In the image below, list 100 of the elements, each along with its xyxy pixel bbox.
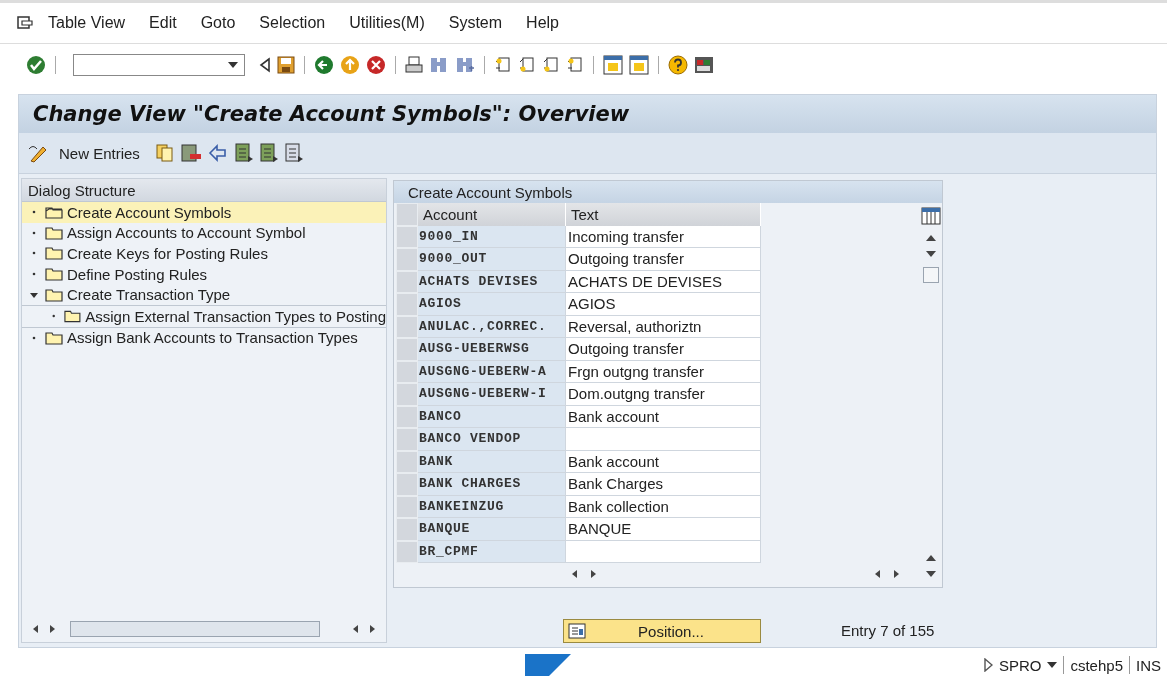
- back-icon[interactable]: [314, 55, 334, 75]
- table-title: Create Account Symbols: [394, 181, 942, 203]
- scroll-thumb[interactable]: [923, 267, 939, 283]
- scrollbar[interactable]: [70, 621, 320, 637]
- expand-status-icon[interactable]: [982, 658, 993, 672]
- folder-icon: [45, 246, 63, 261]
- tree-item[interactable]: Assign Bank Accounts to Transaction Types: [22, 327, 386, 349]
- page-icon[interactable]: [494, 56, 512, 74]
- folder-icon: [45, 330, 63, 345]
- document-icon[interactable]: [233, 143, 254, 163]
- table-cell: Reversal, authoriztn: [566, 315, 761, 338]
- entry-count: Entry 7 of 155: [841, 622, 935, 639]
- page-icon[interactable]: [542, 56, 560, 74]
- table-cell: Bank Charges: [566, 473, 761, 496]
- tree-item[interactable]: Define Posting Rules: [22, 263, 386, 285]
- menu-item[interactable]: Help: [526, 14, 559, 32]
- tree-item[interactable]: Assign External Transaction Types to Posting: [22, 304, 386, 328]
- new-entries-button[interactable]: New Entries: [27, 143, 150, 163]
- scroll-left-icon[interactable]: [571, 569, 579, 579]
- table-cell: Bank account: [566, 405, 761, 428]
- document-icon[interactable]: [283, 143, 304, 163]
- copy-icon[interactable]: [154, 143, 175, 163]
- table-cell: AUSGNG-UEBERW-I: [418, 383, 566, 406]
- table-cell: Bank account: [566, 450, 761, 473]
- undo-icon[interactable]: [206, 143, 229, 163]
- menu-item[interactable]: Selection: [259, 14, 326, 32]
- menu-item[interactable]: Goto: [200, 14, 236, 32]
- table-cell: Incoming transfer: [566, 225, 761, 248]
- table-cell: ANULAC.,CORREC.: [418, 315, 566, 338]
- folder-icon: [45, 205, 63, 220]
- page-icon[interactable]: [566, 56, 584, 74]
- table-cell: BANK CHARGES: [418, 473, 566, 496]
- find-icon[interactable]: [429, 56, 449, 74]
- expanded-caret-icon[interactable]: [30, 290, 38, 299]
- table-cell: AUSGNG-UEBERW-A: [418, 360, 566, 383]
- back-triangle-icon[interactable]: [259, 57, 271, 73]
- folder-icon: [64, 309, 82, 324]
- tree-item[interactable]: Assign Accounts to Account Symbol: [22, 222, 386, 244]
- table-cell: AGIOS: [418, 293, 566, 316]
- scroll-left-icon[interactable]: [352, 624, 360, 634]
- table-cell: 9000_OUT: [418, 248, 566, 271]
- column-header[interactable]: Account: [418, 203, 566, 226]
- table-cell: ACHATS DEVISES: [418, 270, 566, 293]
- table-cell: BANKEINZUG: [418, 495, 566, 518]
- list-icon: [568, 623, 586, 639]
- table-cell: Bank collection: [566, 495, 761, 518]
- scroll-down-icon[interactable]: [926, 571, 936, 577]
- table-cell: Frgn outgng transfer: [566, 360, 761, 383]
- dropdown-icon[interactable]: [1047, 662, 1058, 668]
- table-cell: BANK: [418, 450, 566, 473]
- folder-icon: [45, 287, 63, 302]
- tree-item[interactable]: Create Keys for Posting Rules: [22, 243, 386, 264]
- find-next-icon[interactable]: [455, 56, 475, 74]
- menu-item[interactable]: System: [448, 14, 503, 32]
- table-cell: AUSG-UEBERWSG: [418, 338, 566, 361]
- scroll-right-icon[interactable]: [48, 624, 56, 634]
- tree-item[interactable]: Create Transaction Type: [22, 284, 386, 305]
- table-cell: BANQUE: [566, 518, 761, 541]
- cancel-icon[interactable]: [366, 55, 386, 75]
- folder-icon: [45, 225, 63, 240]
- panel-heading: Dialog Structure: [22, 179, 386, 202]
- scroll-up-icon[interactable]: [926, 235, 936, 241]
- command-field[interactable]: [73, 54, 245, 76]
- pencil-icon: [27, 143, 49, 163]
- window-icon[interactable]: [603, 55, 623, 75]
- scroll-left-icon[interactable]: [874, 569, 882, 579]
- menu-item[interactable]: Utilities(M): [349, 14, 425, 32]
- table-cell: ACHATS DE DEVISES: [566, 270, 761, 293]
- scroll-right-icon[interactable]: [368, 624, 376, 634]
- scroll-right-icon[interactable]: [892, 569, 900, 579]
- help-icon[interactable]: [668, 55, 688, 75]
- scroll-up-icon[interactable]: [926, 555, 936, 561]
- delete-row-icon[interactable]: [179, 143, 202, 163]
- table-cell: BR_CPMF: [418, 540, 566, 563]
- save-icon[interactable]: [277, 56, 295, 74]
- screen-title: Change View "Create Account Symbols": Overview: [33, 102, 630, 126]
- window-icon[interactable]: [629, 55, 649, 75]
- dropdown-icon[interactable]: [228, 62, 238, 68]
- column-header[interactable]: Text: [566, 203, 761, 226]
- system-menu-icon[interactable]: [16, 15, 34, 31]
- scroll-right-icon[interactable]: [589, 569, 597, 579]
- menu-item[interactable]: Edit: [149, 14, 177, 32]
- table-cell: BANCO VENDOP: [418, 428, 566, 451]
- tree-item[interactable]: Create Account Symbols: [22, 202, 386, 223]
- document-icon[interactable]: [258, 143, 279, 163]
- page-icon[interactable]: [518, 56, 536, 74]
- column-settings-icon[interactable]: [921, 207, 941, 225]
- server-name: cstehp5: [1070, 656, 1123, 674]
- scroll-left-icon[interactable]: [32, 624, 40, 634]
- position-button[interactable]: Position...: [563, 619, 761, 643]
- scroll-down-icon[interactable]: [926, 251, 936, 257]
- folder-icon: [45, 267, 63, 282]
- print-icon[interactable]: [405, 56, 423, 74]
- check-icon[interactable]: [26, 55, 46, 75]
- transaction-code[interactable]: SPRO: [998, 656, 1042, 674]
- table-cell: 9000_IN: [418, 225, 566, 248]
- table-cell: BANQUE: [418, 518, 566, 541]
- table-cell: Dom.outgng transfer: [566, 383, 761, 406]
- table-cell: BANCO: [418, 405, 566, 428]
- menu-item[interactable]: Table View: [48, 14, 126, 32]
